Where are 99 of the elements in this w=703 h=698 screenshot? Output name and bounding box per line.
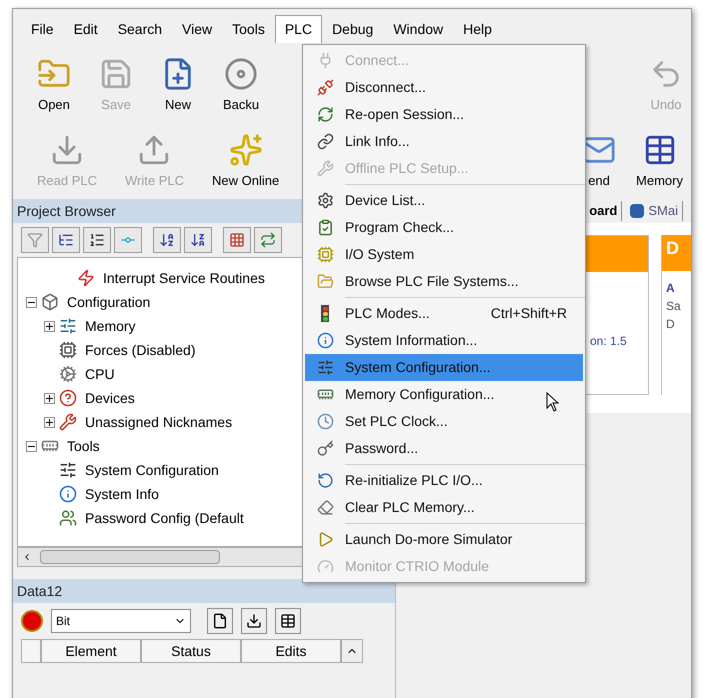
icon-button[interactable] — [207, 608, 233, 634]
menu-item[interactable]: System Information... — [305, 327, 583, 354]
sort-za-icon — [190, 232, 206, 248]
clipboard-check-icon — [316, 219, 334, 236]
sliders-icon — [316, 359, 334, 376]
menu-item[interactable]: Device List... — [305, 187, 583, 214]
menu-item[interactable]: Debug — [322, 15, 384, 43]
menu-item[interactable]: Help — [453, 15, 502, 43]
menu-item[interactable]: Disconnect... — [305, 74, 583, 101]
tree-item[interactable]: Devices — [85, 388, 135, 408]
gear-icon — [59, 365, 77, 383]
tree-item[interactable]: Password Config (Default — [85, 508, 244, 528]
chip-icon — [316, 246, 334, 263]
cpu-icon — [59, 341, 77, 359]
card-text: on: 1.5 — [590, 333, 628, 350]
tree-item[interactable]: System Info — [85, 484, 159, 504]
menu-item[interactable]: Edit — [64, 15, 108, 43]
icon-button[interactable] — [153, 227, 181, 253]
menu-item[interactable]: Clear PLC Memory... — [305, 494, 583, 521]
tab-icon — [630, 204, 644, 218]
expand-toggle[interactable] — [44, 320, 55, 332]
tools-icon — [59, 413, 77, 431]
tree-item[interactable]: Configuration — [67, 292, 150, 312]
users-icon — [59, 509, 77, 527]
menu-item[interactable]: Tools — [222, 15, 275, 43]
row-header-cell — [21, 639, 41, 663]
question-icon — [59, 389, 77, 407]
panel-title: Data12 — [17, 582, 62, 600]
menu-item[interactable]: Program Check... — [305, 214, 583, 241]
expand-toggle[interactable] — [44, 392, 55, 404]
grid-icon — [229, 232, 245, 248]
editor-tab[interactable]: SMai — [626, 201, 683, 221]
panel-title: Project Browser — [17, 202, 116, 221]
menu-item[interactable]: Window — [383, 15, 454, 43]
menu-item[interactable]: I/O System — [305, 241, 583, 268]
list-tree-icon — [58, 232, 74, 248]
menu-item[interactable]: System Configuration... — [305, 354, 583, 381]
type-dropdown[interactable]: Bit — [51, 609, 191, 633]
tree-item[interactable]: Tools — [67, 436, 100, 456]
unplug-icon — [316, 79, 334, 96]
wrench-icon — [316, 160, 334, 177]
link-icon — [316, 133, 334, 150]
rotate-icon — [316, 472, 334, 489]
menu-item[interactable]: Re-initialize PLC I/O... — [305, 467, 583, 494]
icon-button[interactable] — [241, 608, 267, 634]
clock-icon — [316, 413, 334, 430]
collapse-toggle[interactable] — [26, 440, 37, 452]
menu-item[interactable]: Browse PLC File Systems... — [305, 268, 583, 295]
icon-button[interactable] — [275, 608, 301, 634]
key-icon — [316, 440, 334, 457]
tree-item[interactable]: Unassigned Nicknames — [85, 412, 232, 432]
gauge-icon — [316, 558, 334, 575]
card-header: D — [662, 235, 691, 271]
swap-icon — [260, 232, 276, 248]
menu-item[interactable]: PLC Modes... Ctrl+Shift+R — [305, 300, 583, 327]
folder-icon — [316, 273, 334, 290]
icon-button[interactable] — [83, 227, 111, 253]
menu-item[interactable]: File — [21, 15, 64, 43]
sort-az-icon — [159, 232, 175, 248]
card-text: Sa — [665, 298, 682, 315]
menu-item[interactable]: View — [172, 15, 222, 43]
icon-button[interactable] — [184, 227, 212, 253]
tree-item[interactable]: System Configuration — [85, 460, 219, 480]
column-header[interactable]: Edits — [241, 639, 341, 663]
mouse-pointer-icon — [546, 392, 560, 412]
tree-item[interactable]: Forces (Disabled) — [85, 340, 196, 360]
blank-page-icon — [212, 613, 228, 629]
card-text: A — [665, 280, 676, 297]
column-header[interactable]: Element — [41, 639, 141, 663]
menu-item[interactable]: Launch Do-more Simulator — [305, 526, 583, 553]
menu-item[interactable]: Search — [108, 15, 172, 43]
traffic-light-icon — [321, 305, 329, 322]
menu-item[interactable]: PLC — [274, 15, 322, 43]
numbered-list-icon — [89, 232, 105, 248]
menu-item[interactable]: Password... — [305, 435, 583, 462]
tree-item[interactable]: Interrupt Service Routines — [103, 268, 265, 288]
toolbar-button[interactable]: Open — [29, 48, 79, 114]
shortcut-text: Ctrl+Shift+R — [490, 304, 567, 323]
column-header[interactable]: Status — [141, 639, 241, 663]
eraser-icon — [316, 499, 334, 516]
gear-icon — [316, 192, 334, 209]
icon-button[interactable] — [52, 227, 80, 253]
tree-item[interactable]: Memory — [85, 316, 136, 336]
menu-item[interactable]: Set PLC Clock... — [305, 408, 583, 435]
toolbar-button[interactable]: New — [153, 48, 203, 114]
card-text: D — [665, 316, 676, 333]
toolbar-button[interactable]: Memory — [628, 124, 691, 190]
toolbar-button[interactable]: New Online — [204, 124, 288, 190]
refresh-icon — [316, 106, 334, 123]
filter-icon — [27, 232, 43, 248]
collapse-toggle[interactable] — [26, 296, 37, 308]
toolbar-button[interactable]: Backu — [215, 48, 268, 114]
expand-toggle[interactable] — [44, 416, 55, 428]
scrollbar-thumb[interactable] — [40, 550, 220, 564]
menu-item[interactable]: Memory Configuration... — [305, 381, 583, 408]
tree-item[interactable]: CPU — [85, 364, 115, 384]
disc-icon — [224, 56, 258, 90]
info-icon — [59, 485, 77, 503]
info-icon — [316, 332, 334, 349]
